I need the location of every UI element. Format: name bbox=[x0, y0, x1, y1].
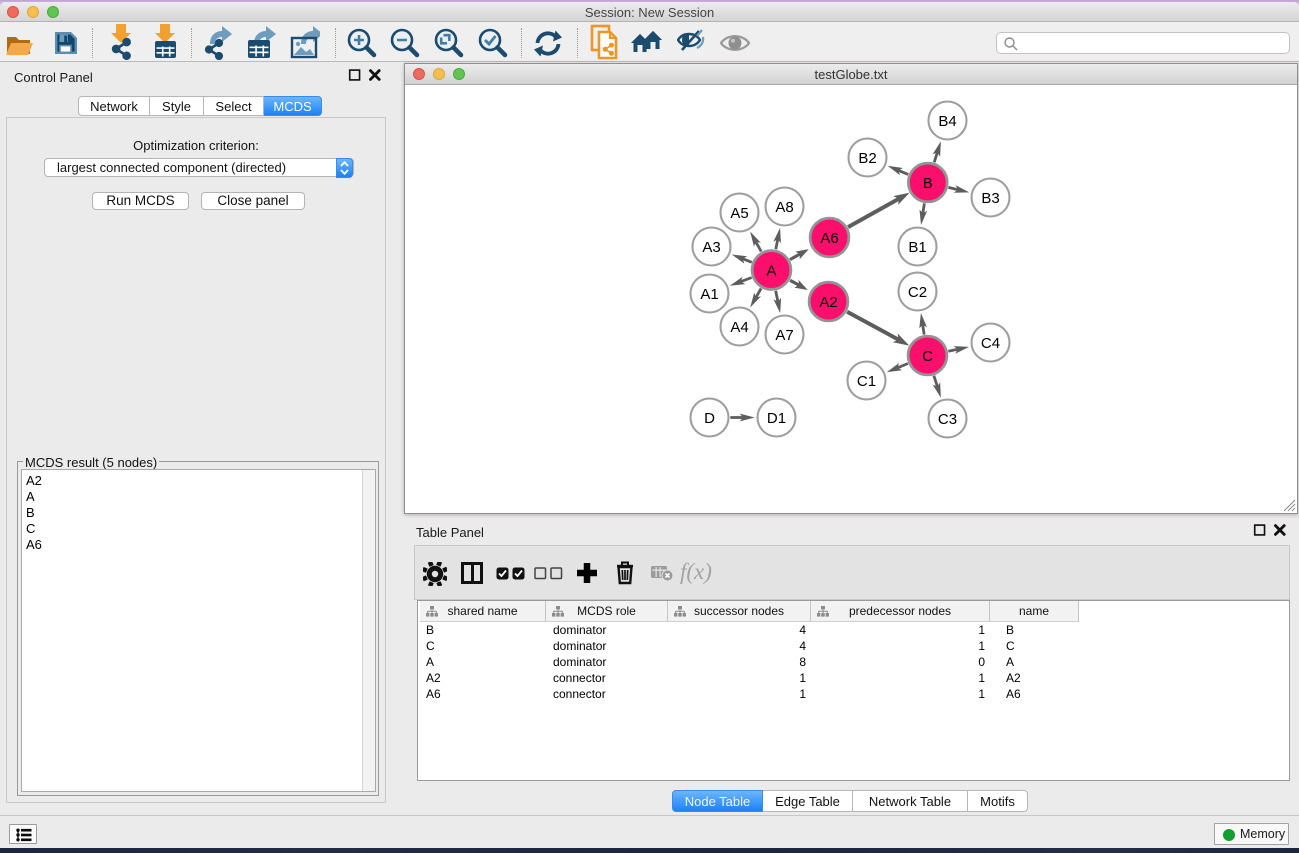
svg-text:B3: B3 bbox=[981, 190, 999, 207]
svg-text:A5: A5 bbox=[730, 205, 748, 222]
svg-text:D: D bbox=[704, 410, 715, 427]
svg-text:C4: C4 bbox=[981, 335, 1000, 352]
svg-text:A7: A7 bbox=[775, 327, 793, 344]
svg-text:C: C bbox=[922, 348, 933, 365]
svg-text:A6: A6 bbox=[820, 230, 838, 247]
svg-text:A1: A1 bbox=[700, 286, 718, 303]
svg-text:B4: B4 bbox=[938, 113, 956, 130]
svg-text:A3: A3 bbox=[702, 239, 720, 256]
svg-text:A4: A4 bbox=[730, 319, 748, 336]
svg-text:C2: C2 bbox=[908, 284, 927, 301]
svg-text:B2: B2 bbox=[858, 150, 876, 167]
svg-text:C1: C1 bbox=[857, 373, 876, 390]
svg-text:B: B bbox=[923, 175, 933, 192]
svg-text:D1: D1 bbox=[767, 410, 786, 427]
svg-text:A: A bbox=[766, 263, 776, 280]
svg-text:A8: A8 bbox=[775, 199, 793, 216]
svg-text:B1: B1 bbox=[908, 239, 926, 256]
svg-text:C3: C3 bbox=[938, 411, 957, 428]
svg-text:A2: A2 bbox=[819, 294, 837, 311]
